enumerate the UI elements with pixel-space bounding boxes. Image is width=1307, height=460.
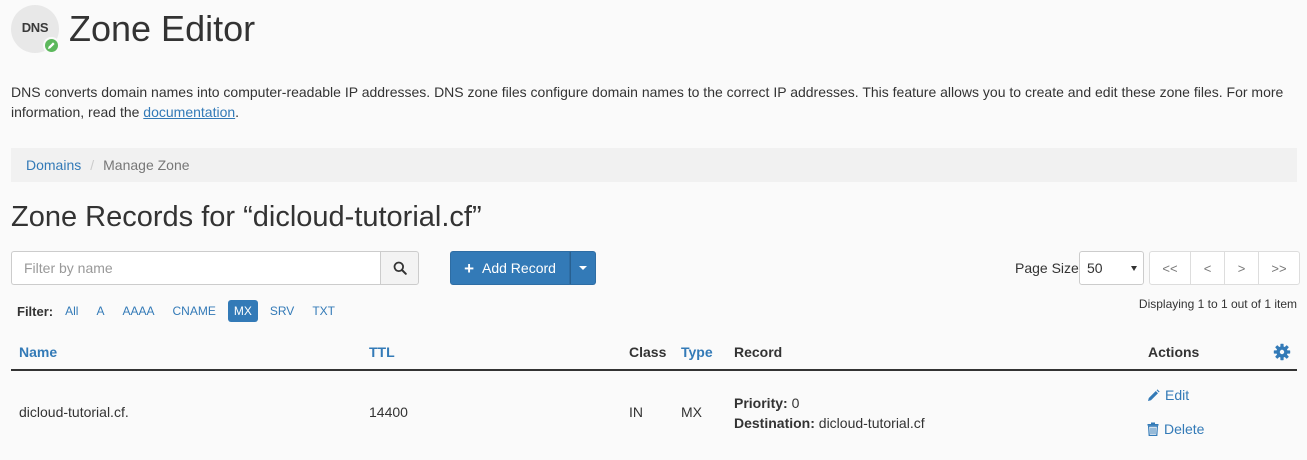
zone-records-heading: Zone Records for “dicloud-tutorial.cf”: [11, 201, 482, 233]
pagination: << < > >>: [1149, 251, 1300, 285]
destination-value: dicloud-tutorial.cf: [818, 415, 925, 431]
filter-row: Filter: All A AAAA CNAME MX SRV TXT: [17, 299, 347, 323]
zone-editor-page: DNS Zone Editor DNS converts domain name…: [0, 0, 1307, 460]
column-header-type[interactable]: Type: [681, 344, 713, 360]
edit-label: Edit: [1165, 387, 1190, 403]
breadcrumb-separator: /: [90, 157, 95, 173]
filter-mx[interactable]: MX: [227, 300, 258, 322]
page-size-label: Page Size: [1015, 260, 1079, 276]
gear-icon[interactable]: [1273, 343, 1291, 361]
column-header-ttl[interactable]: TTL: [369, 344, 395, 360]
delete-record-link[interactable]: Delete: [1147, 421, 1204, 437]
priority-label: Priority:: [734, 395, 788, 411]
filter-srv[interactable]: SRV: [264, 300, 300, 322]
dns-logo-text: DNS: [21, 20, 49, 35]
trash-icon: [1147, 422, 1159, 436]
pager-prev-button[interactable]: <: [1190, 251, 1225, 285]
filter-cname[interactable]: CNAME: [167, 300, 222, 322]
record-destination: Destination: dicloud-tutorial.cf: [734, 415, 925, 431]
column-header-actions: Actions: [1148, 344, 1200, 360]
description-suffix: .: [235, 104, 240, 120]
priority-value: 0: [791, 395, 800, 411]
add-record-group: + Add Record: [450, 251, 596, 285]
record-ttl: 14400: [369, 404, 408, 420]
breadcrumb: Domains / Manage Zone: [11, 148, 1297, 182]
documentation-link[interactable]: documentation: [143, 104, 235, 120]
destination-label: Destination:: [734, 415, 815, 431]
page-title: Zone Editor: [69, 8, 256, 49]
page-size-value: 50: [1087, 260, 1103, 276]
search-button[interactable]: [380, 251, 419, 285]
filter-txt[interactable]: TXT: [306, 300, 341, 322]
page-description: DNS converts domain names into computer-…: [11, 82, 1296, 122]
add-record-label: Add Record: [482, 260, 556, 276]
dns-logo-icon: DNS: [11, 5, 60, 54]
pencil-badge-icon: [43, 37, 60, 54]
breadcrumb-domains-link[interactable]: Domains: [26, 157, 81, 173]
select-caret-icon: [1131, 266, 1137, 271]
record-priority: Priority: 0: [734, 395, 799, 411]
delete-label: Delete: [1164, 421, 1205, 437]
column-header-name[interactable]: Name: [19, 344, 57, 360]
filter-aaaa[interactable]: AAAA: [116, 300, 160, 322]
caret-down-icon: [579, 266, 587, 270]
record-class: IN: [629, 404, 643, 420]
filter-a[interactable]: A: [90, 300, 110, 322]
add-record-dropdown-toggle[interactable]: [570, 251, 596, 285]
search-group: [11, 251, 419, 285]
add-record-button[interactable]: + Add Record: [450, 251, 570, 285]
search-icon: [393, 261, 407, 275]
pager-last-button[interactable]: >>: [1258, 251, 1300, 285]
page-header: DNS Zone Editor: [11, 4, 255, 54]
plus-icon: +: [464, 258, 474, 278]
search-input[interactable]: [11, 251, 380, 285]
table-header: Name TTL Class Type Record Actions: [11, 336, 1297, 371]
breadcrumb-current: Manage Zone: [103, 157, 190, 173]
pencil-icon: [1148, 388, 1160, 401]
column-header-record: Record: [734, 344, 783, 360]
column-header-class: Class: [629, 344, 667, 360]
pager-next-button[interactable]: >: [1224, 251, 1259, 285]
record-name: dicloud-tutorial.cf.: [19, 404, 129, 420]
filter-all[interactable]: All: [59, 300, 84, 322]
filter-label: Filter:: [17, 303, 54, 319]
record-type: MX: [681, 404, 702, 420]
edit-record-link[interactable]: Edit: [1147, 387, 1189, 403]
displaying-count: Displaying 1 to 1 out of 1 item: [1138, 297, 1297, 311]
page-size-select[interactable]: 50: [1079, 251, 1144, 285]
pager-first-button[interactable]: <<: [1149, 251, 1191, 285]
